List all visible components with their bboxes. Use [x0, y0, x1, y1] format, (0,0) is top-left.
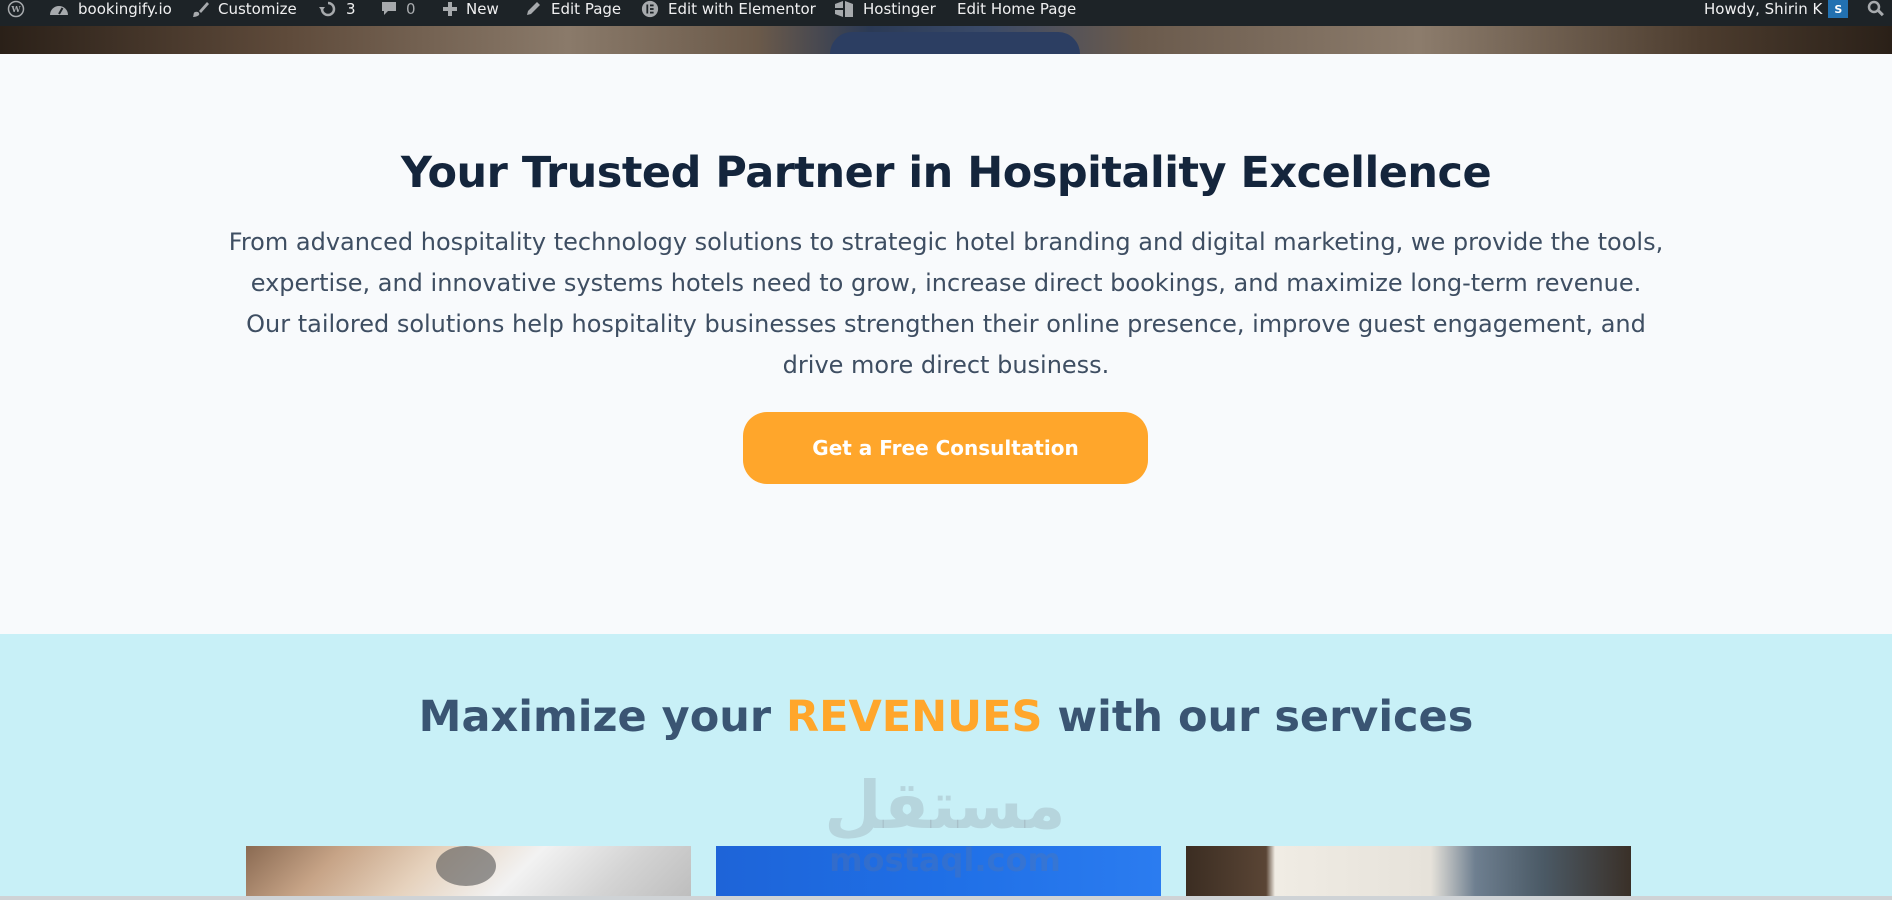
hero-chair-shape	[830, 32, 1080, 54]
site-name-menu[interactable]: bookingify.io	[48, 0, 172, 18]
avatar: S	[1828, 0, 1849, 18]
partner-description: From advanced hospitality technology sol…	[228, 228, 1664, 379]
pencil-icon	[525, 1, 543, 17]
service-card-image-3[interactable]	[1186, 846, 1631, 900]
edit-page-label: Edit Page	[551, 0, 622, 18]
plus-icon	[442, 1, 458, 17]
edit-home-label: Edit Home Page	[957, 0, 1077, 18]
wp-logo-menu[interactable]: W	[4, 0, 28, 18]
partner-section: Your Trusted Partner in Hospitality Exce…	[0, 54, 1892, 634]
edit-home-page-link[interactable]: Edit Home Page	[957, 0, 1076, 18]
edit-page-link[interactable]: Edit Page	[525, 0, 621, 18]
services-section: Maximize your REVENUES with our services	[0, 634, 1892, 900]
dashboard-gauge-icon	[48, 1, 70, 17]
comments-link[interactable]: 0	[380, 0, 416, 18]
partner-title: Your Trusted Partner in Hospitality Exce…	[400, 148, 1492, 198]
wordpress-logo-icon: W	[4, 0, 28, 18]
hostinger-menu[interactable]: Hostinger	[833, 0, 936, 18]
new-label: New	[466, 0, 499, 18]
customize-label: Customize	[218, 0, 297, 18]
howdy-label: Howdy, Shirin K	[1704, 0, 1823, 18]
account-menu[interactable]: Howdy, Shirin K S	[1704, 0, 1849, 18]
updates-count: 3	[346, 0, 356, 18]
edit-elementor-label: Edit with Elementor	[668, 0, 816, 18]
services-title-highlight: REVENUES	[786, 692, 1043, 742]
svg-text:W: W	[10, 4, 21, 14]
site-name-label: bookingify.io	[78, 0, 172, 18]
free-consultation-button[interactable]: Get a Free Consultation	[743, 412, 1148, 484]
services-title-before: Maximize your	[418, 692, 787, 742]
card1-object	[436, 846, 496, 886]
updates-link[interactable]: 3	[318, 0, 356, 18]
wp-admin-bar: W bookingify.io Customize 3 0 New Edit P…	[0, 0, 1892, 26]
comment-bubble-icon	[380, 1, 398, 17]
window-bottom-edge	[0, 896, 1892, 900]
hostinger-label: Hostinger	[863, 0, 936, 18]
search-button[interactable]	[1866, 0, 1886, 18]
comments-count: 0	[406, 0, 416, 18]
new-content-menu[interactable]: New	[442, 0, 499, 18]
services-title-after: with our services	[1042, 692, 1474, 742]
hostinger-logo-icon	[833, 0, 855, 18]
hero-image	[0, 26, 1892, 54]
service-card-image-2[interactable]	[716, 846, 1161, 900]
search-icon	[1866, 0, 1886, 18]
customize-link[interactable]: Customize	[192, 0, 297, 18]
paintbrush-icon	[192, 1, 210, 17]
services-title: Maximize your REVENUES with our services	[0, 692, 1892, 742]
updates-refresh-icon	[318, 1, 338, 17]
elementor-logo-icon	[640, 0, 660, 18]
edit-elementor-link[interactable]: Edit with Elementor	[640, 0, 816, 18]
service-card-image-1[interactable]	[246, 846, 691, 900]
